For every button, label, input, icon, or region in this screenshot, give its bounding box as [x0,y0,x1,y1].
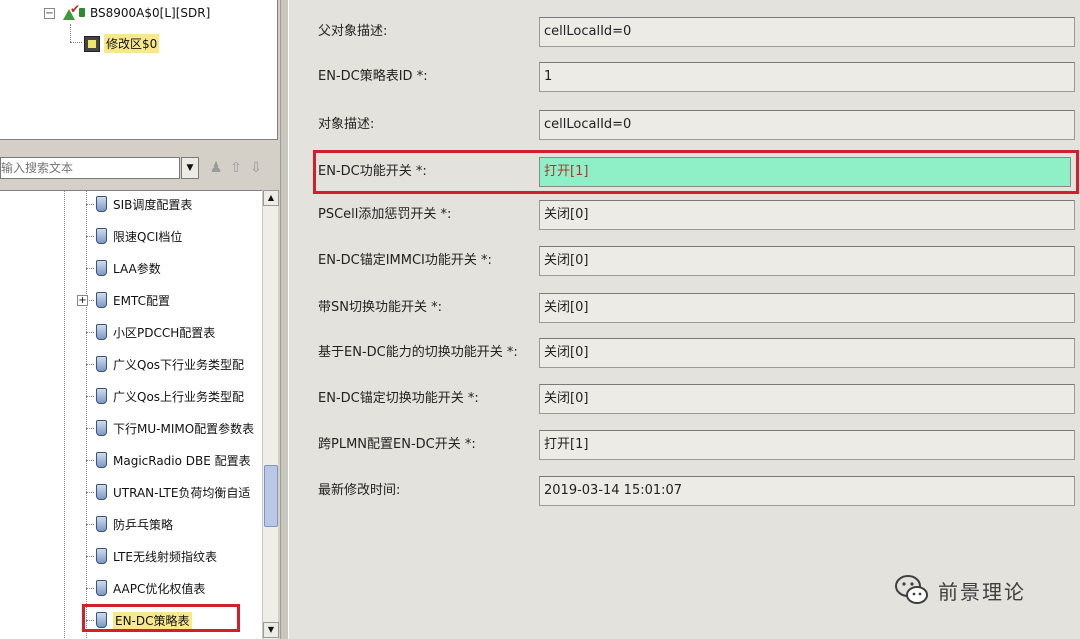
tree-item-label: UTRAN-LTE负荷均衡自适 [113,485,251,500]
property-row: EN-DC策略表ID *: 1 [289,62,1080,107]
tree-node-bs8900[interactable]: − ✔ BS8900A$0[L][SDR] [44,2,211,22]
property-value-field[interactable]: 关闭[0] [539,384,1075,414]
property-row: 最新修改时间: 2019-03-14 15:01:07 [289,476,1080,521]
property-row: 父对象描述: cellLocalId=0 [289,17,1080,62]
ne-tree: − ✔ BS8900A$0[L][SDR] 修改区$0 [0,0,278,140]
property-value-field[interactable]: cellLocalId=0 [539,110,1075,140]
property-label: PSCell添加惩罚开关 *: [318,207,452,222]
property-row: 对象描述: cellLocalId=0 [289,110,1080,155]
tree-node-label: 修改区$0 [104,34,160,53]
property-panel: 父对象描述: cellLocalId=0 EN-DC策略表ID *: 1 对象描述: ce… [288,0,1080,639]
property-value-field[interactable]: 关闭[0] [539,338,1075,368]
tree-item[interactable]: 限速QCI档位 [86,225,182,247]
property-value-field[interactable]: 1 [539,62,1075,92]
object-tree-list: SIB调度配置表 限速QCI档位 LAA参数 + EMTC配置小区PDCCH配置表广义Q… [0,190,262,639]
property-value-field[interactable]: 关闭[0] [539,246,1075,276]
table-icon [96,228,107,244]
base-station-icon: ✔ [61,2,87,22]
config-area-icon [84,35,100,52]
tree-item[interactable]: MagicRadio DBE 配置表 [86,449,251,471]
property-label: EN-DC锚定IMMCI功能开关 *: [318,253,492,268]
tree-item-label: 防乒乓策略 [113,517,174,532]
navigation-pane: − ✔ BS8900A$0[L][SDR] 修改区$0 ▼ ♟ ⇧ ⇩ SIB调… [0,0,282,639]
property-row: 基于EN-DC能力的切换功能开关 *: 关闭[0] [289,338,1080,383]
table-icon [96,324,107,340]
search-bar: ▼ ♟ ⇧ ⇩ [0,155,278,183]
expand-icon[interactable]: + [77,294,88,306]
table-icon [96,420,107,436]
tree-item-label: 小区PDCCH配置表 [113,325,216,340]
tree-item-label: MagicRadio DBE 配置表 [113,453,251,468]
table-icon [96,196,107,212]
pane-splitter[interactable] [280,0,288,639]
property-row: 带SN切换功能开关 *: 关闭[0] [289,293,1080,338]
scroll-down-button[interactable]: ▼ [263,622,279,638]
tree-node-label: BS8900A$0[L][SDR] [90,6,211,20]
property-label: 对象描述: [318,117,375,132]
tree-item-label: SIB调度配置表 [113,197,193,212]
property-value-field[interactable]: 关闭[0] [539,293,1075,323]
find-previous-icon[interactable]: ⇧ [228,159,244,177]
tree-item[interactable]: + EMTC配置 [77,289,170,311]
property-label: 带SN切换功能开关 *: [318,300,442,315]
tree-item-label: EMTC配置 [113,293,170,308]
property-label: 基于EN-DC能力的切换功能开关 *: [318,345,518,360]
scroll-thumb[interactable] [264,465,278,527]
property-label: EN-DC策略表ID *: [318,69,428,84]
property-label: 父对象描述: [318,24,388,39]
search-dropdown-button[interactable]: ▼ [181,157,199,179]
table-icon [96,580,107,596]
property-value-field[interactable]: 关闭[0] [539,200,1075,230]
table-icon [96,548,107,564]
tree-item[interactable]: 广义Qos下行业务类型配 [86,353,244,375]
property-row: EN-DC锚定IMMCI功能开关 *: 关闭[0] [289,246,1080,291]
tree-item[interactable]: SIB调度配置表 [86,193,192,215]
find-next-icon[interactable]: ⇩ [248,159,264,177]
property-row: PSCell添加惩罚开关 *: 关闭[0] [289,200,1080,245]
endc-switch-highlight [313,150,1079,194]
search-input[interactable] [0,157,180,179]
tree-item[interactable]: LAA参数 [86,257,161,279]
property-row: 跨PLMN配置EN-DC开关 *: 打开[1] [289,430,1080,475]
property-label: EN-DC锚定切换功能开关 *: [318,391,479,406]
tree-item-label: LAA参数 [113,261,161,276]
tree-item-label: 广义Qos上行业务类型配 [113,389,245,404]
find-icon[interactable]: ♟ [208,159,224,177]
tree-item[interactable]: 广义Qos上行业务类型配 [86,385,244,407]
watermark: 前景理论 [894,572,1026,608]
property-label: 跨PLMN配置EN-DC开关 *: [318,437,476,452]
property-row: EN-DC锚定切换功能开关 *: 关闭[0] [289,384,1080,429]
tree-item[interactable]: UTRAN-LTE负荷均衡自适 [86,481,250,503]
tree-item-label: AAPC优化权值表 [113,581,206,596]
tree-item[interactable]: AAPC优化权值表 [86,577,205,599]
wechat-icon [895,575,928,604]
table-icon [96,452,107,468]
tree-item[interactable]: 小区PDCCH配置表 [86,321,215,343]
tree-node-modify-area[interactable]: 修改区$0 [84,34,160,53]
scroll-up-button[interactable]: ▲ [263,190,279,206]
tree-item[interactable]: LTE无线射频指纹表 [86,545,217,567]
tree-item-label: 下行MU-MIMO配置参数表 [113,421,255,436]
tree-item-label: 限速QCI档位 [113,229,183,244]
tree-item[interactable]: 防乒乓策略 [86,513,173,535]
property-value-field[interactable]: 打开[1] [539,430,1075,460]
selected-item-highlight [82,604,240,632]
property-value-field[interactable]: 2019-03-14 15:01:07 [539,476,1075,506]
tree-scrollbar[interactable]: ▲ ▼ [262,190,279,639]
collapse-icon[interactable]: − [44,7,55,19]
property-label: 最新修改时间: [318,483,401,498]
table-icon [96,292,107,308]
table-icon [96,388,107,404]
table-icon [96,260,107,276]
table-icon [96,356,107,372]
tree-item-label: 广义Qos下行业务类型配 [113,357,245,372]
tree-item-label: LTE无线射频指纹表 [113,549,217,564]
watermark-text: 前景理论 [938,579,1026,604]
table-icon [96,516,107,532]
property-value-field[interactable]: cellLocalId=0 [539,17,1075,47]
tree-item[interactable]: 下行MU-MIMO配置参数表 [86,417,254,439]
table-icon [96,484,107,500]
